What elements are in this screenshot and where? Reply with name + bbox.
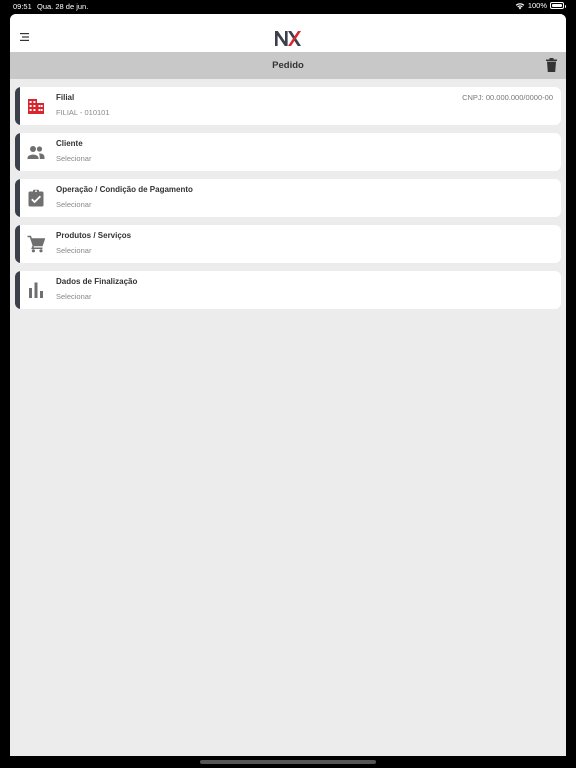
card-title: Dados de Finalização bbox=[56, 277, 138, 286]
card-subtitle: Selecionar bbox=[56, 246, 92, 255]
card-filial[interactable]: Filial FILIAL - 010101 CNPJ: 00.000.000/… bbox=[15, 87, 561, 125]
nx-logo bbox=[275, 31, 301, 46]
card-subtitle: FILIAL - 010101 bbox=[56, 108, 110, 117]
status-right: 100% bbox=[515, 1, 566, 10]
order-sections: Filial FILIAL - 010101 CNPJ: 00.000.000/… bbox=[15, 87, 561, 317]
card-subtitle: Selecionar bbox=[56, 200, 92, 209]
card-produtos[interactable]: Produtos / Serviços Selecionar bbox=[15, 225, 561, 263]
card-title: Filial bbox=[56, 93, 75, 102]
battery-icon bbox=[550, 2, 566, 9]
card-finalizacao[interactable]: Dados de Finalização Selecionar bbox=[15, 271, 561, 309]
card-title: Operação / Condição de Pagamento bbox=[56, 185, 193, 194]
bar-chart-icon bbox=[29, 282, 43, 298]
people-icon bbox=[27, 146, 45, 159]
status-date: Qua. 28 de jun. bbox=[37, 2, 89, 11]
home-indicator bbox=[200, 760, 376, 764]
clipboard-check-icon bbox=[28, 189, 44, 207]
card-cliente[interactable]: Cliente Selecionar bbox=[15, 133, 561, 171]
card-title: Produtos / Serviços bbox=[56, 231, 132, 240]
app-screen: Pedido Filial FILIAL - 010101 CNPJ: 00.0… bbox=[10, 14, 566, 756]
status-time: 09:51 bbox=[13, 2, 32, 11]
status-bar: 09:51 Qua. 28 de jun. 100% bbox=[0, 0, 576, 13]
building-icon bbox=[28, 99, 44, 114]
page-title: Pedido bbox=[272, 60, 304, 71]
card-title: Cliente bbox=[56, 139, 83, 148]
cart-icon bbox=[27, 235, 45, 253]
top-bar bbox=[10, 14, 566, 52]
battery-percent: 100% bbox=[527, 1, 547, 10]
card-subtitle: Selecionar bbox=[56, 292, 92, 301]
menu-icon[interactable] bbox=[20, 32, 31, 42]
card-subtitle: Selecionar bbox=[56, 154, 92, 163]
wifi-icon bbox=[515, 2, 525, 9]
sub-header: Pedido bbox=[10, 52, 566, 79]
trash-icon[interactable] bbox=[546, 58, 557, 72]
cnpj-label: CNPJ: 00.000.000/0000-00 bbox=[462, 93, 553, 102]
card-operacao[interactable]: Operação / Condição de Pagamento Selecio… bbox=[15, 179, 561, 217]
